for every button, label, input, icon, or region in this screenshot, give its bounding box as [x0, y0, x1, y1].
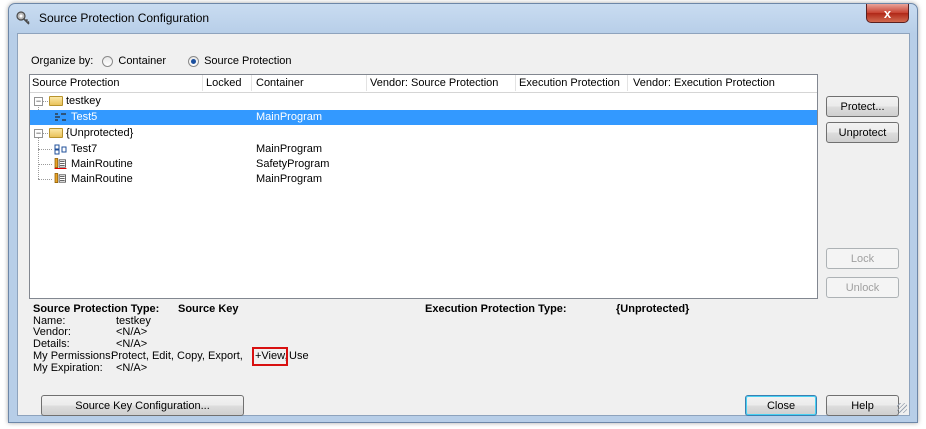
window-title: Source Protection Configuration	[39, 11, 210, 25]
collapse-toggle-icon[interactable]: −	[34, 129, 43, 138]
col-header-source-protection[interactable]: Source Protection	[32, 77, 119, 89]
tree-row-name: Test7	[71, 143, 98, 155]
ladder-routine-icon	[54, 173, 66, 183]
title-bar[interactable]: Source Protection Configuration x	[9, 4, 917, 32]
folder-icon	[49, 96, 63, 106]
tree-row-test5[interactable]: Test5 MainProgram	[30, 110, 817, 125]
radio-container-label: Container	[118, 55, 167, 67]
tree-row-mainroutine-safety[interactable]: MainRoutine SafetyProgram	[30, 157, 817, 172]
col-divider[interactable]	[251, 75, 252, 91]
dialog-client-area: Organize by: Container Source Protection…	[17, 33, 910, 416]
unprotect-button[interactable]: Unprotect	[826, 122, 899, 143]
tree-row-name: Test5	[71, 111, 98, 123]
radio-source-protection-circle[interactable]	[188, 55, 200, 67]
tree-row-testkey[interactable]: − testkey	[30, 94, 817, 109]
dialog-window: Source Protection Configuration x Organi…	[8, 3, 918, 423]
tree-row-name: MainRoutine	[71, 173, 133, 185]
protect-button[interactable]: Protect...	[826, 96, 899, 117]
col-divider[interactable]	[515, 75, 516, 91]
vendor-value: <N/A>	[116, 326, 148, 338]
col-header-locked[interactable]: Locked	[206, 77, 241, 89]
window-close-button[interactable]: x	[866, 4, 909, 23]
permissions-label: My Permissions:	[33, 350, 114, 362]
execution-protection-type-label: Execution Protection Type:	[425, 303, 567, 315]
resize-grip[interactable]	[897, 403, 907, 413]
safety-ladder-routine-icon	[54, 158, 67, 169]
folder-icon	[49, 128, 63, 138]
collapse-toggle-icon[interactable]: −	[34, 97, 43, 106]
help-button[interactable]: Help	[826, 395, 899, 416]
source-protection-tree[interactable]: Source Protection Locked Container Vendo…	[29, 74, 818, 299]
radio-container[interactable]: Container	[102, 55, 166, 67]
col-header-execution-protection[interactable]: Execution Protection	[519, 77, 620, 89]
organize-by-label: Organize by:	[31, 55, 94, 67]
tree-line	[43, 133, 48, 134]
col-divider[interactable]	[366, 75, 367, 91]
details-label: Details:	[33, 338, 70, 350]
tree-row-container: MainProgram	[256, 143, 323, 155]
source-protection-type-label: Source Protection Type:	[33, 303, 160, 315]
tree-row-test7[interactable]: Test7 MainProgram	[30, 142, 817, 157]
lock-button[interactable]: Lock	[826, 248, 899, 269]
vendor-label: Vendor:	[33, 326, 71, 338]
source-protection-type-value: Source Key	[178, 303, 239, 315]
close-icon: x	[883, 5, 892, 21]
tree-line	[43, 101, 48, 102]
radio-source-protection[interactable]: Source Protection	[188, 55, 292, 67]
details-value: <N/A>	[116, 338, 148, 350]
highlight-box	[252, 347, 288, 366]
col-divider[interactable]	[627, 75, 628, 91]
unlock-button[interactable]: Unlock	[826, 277, 899, 298]
col-header-vendor-execution-protection[interactable]: Vendor: Execution Protection	[633, 77, 775, 89]
col-header-vendor-source-protection[interactable]: Vendor: Source Protection	[370, 77, 498, 89]
expiration-label: My Expiration:	[33, 362, 103, 374]
radio-source-protection-label: Source Protection	[204, 55, 292, 67]
permissions-value: Protect, Edit, Copy, Export,	[111, 350, 243, 362]
tree-row-unprotected[interactable]: − {Unprotected}	[30, 126, 817, 141]
organize-by-group: Organize by: Container Source Protection	[31, 55, 314, 67]
tree-row-name: {Unprotected}	[66, 127, 134, 139]
structured-text-routine-icon	[55, 113, 66, 121]
col-header-container[interactable]: Container	[256, 77, 304, 89]
tree-row-name: testkey	[66, 95, 101, 107]
tree-row-container: SafetyProgram	[256, 158, 330, 170]
tree-row-container: MainProgram	[256, 111, 323, 123]
close-button[interactable]: Close	[745, 395, 817, 416]
function-block-routine-icon	[54, 144, 67, 155]
col-divider[interactable]	[202, 75, 203, 91]
execution-protection-type-value: {Unprotected}	[616, 303, 690, 315]
expiration-value: <N/A>	[116, 362, 148, 374]
tree-row-name: MainRoutine	[71, 158, 133, 170]
radio-container-circle[interactable]	[102, 55, 114, 67]
details-panel: Source Protection Type: Source Key Execu…	[29, 302, 818, 382]
app-key-icon	[16, 11, 30, 25]
tree-row-container: MainProgram	[256, 173, 323, 185]
permissions-use-value: Use	[289, 350, 309, 362]
tree-row-mainroutine[interactable]: MainRoutine MainProgram	[30, 172, 817, 187]
column-header-row: Source Protection Locked Container Vendo…	[30, 75, 817, 93]
source-key-configuration-button[interactable]: Source Key Configuration...	[41, 395, 244, 416]
